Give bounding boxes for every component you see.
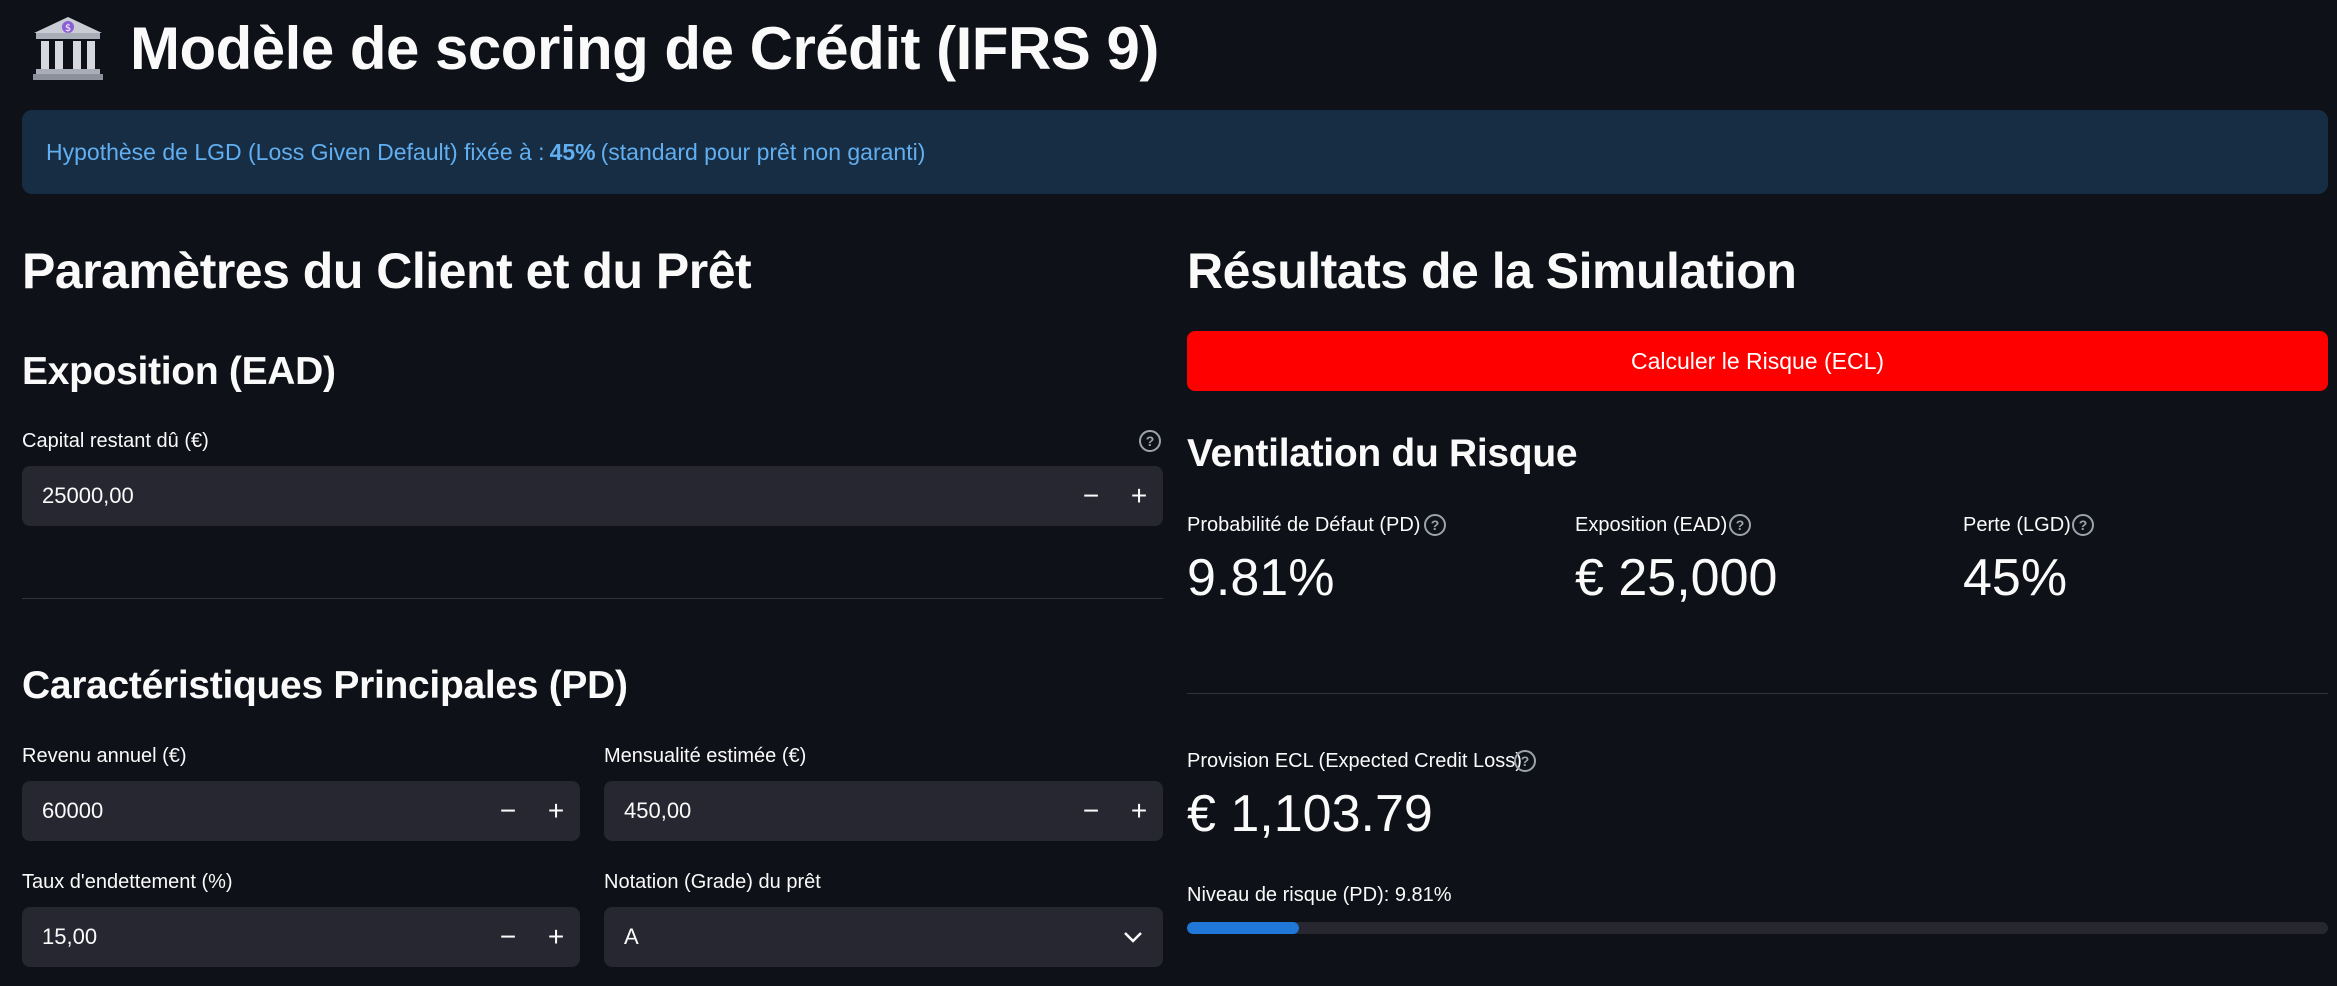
capital-decrement-button[interactable]: − [1067,466,1115,526]
help-icon[interactable]: ? [2072,514,2094,536]
divider [22,598,1163,599]
results-heading: Résultats de la Simulation [1187,243,1797,299]
chevron-down-icon[interactable] [1123,931,1143,943]
notation-label: Notation (Grade) du prêt [604,871,821,893]
notation-select[interactable]: A [604,907,1163,967]
info-suffix: (standard pour prêt non garanti) [600,138,926,165]
revenu-value[interactable]: 60000 [22,798,484,824]
exposition-heading: Exposition (EAD) [22,350,336,393]
notation-selected-value[interactable]: A [624,924,639,950]
revenu-label: Revenu annuel (€) [22,745,187,767]
mensualite-input[interactable]: 450,00 − + [604,781,1163,841]
params-heading: Paramètres du Client et du Prêt [22,243,752,299]
mensualite-decrement-button[interactable]: − [1067,781,1115,841]
metric-ead-value: € 25,000 [1575,549,1778,607]
ventilation-heading: Ventilation du Risque [1187,432,1578,475]
capital-increment-button[interactable]: + [1115,466,1163,526]
ecl-label: Provision ECL (Expected Credit Loss) [1187,750,1522,772]
divider [1187,693,2328,694]
help-icon[interactable]: ? [1729,514,1751,536]
revenu-input[interactable]: 60000 − + [22,781,580,841]
capital-label: Capital restant dû (€) [22,430,209,452]
calculate-risk-button[interactable]: Calculer le Risque (ECL) [1187,331,2328,391]
metric-ead-label: Exposition (EAD) [1575,514,1728,536]
metric-pd-value: 9.81% [1187,549,1335,607]
taux-decrement-button[interactable]: − [484,907,532,967]
info-prefix: Hypothèse de LGD (Loss Given Default) fi… [46,138,545,165]
help-icon[interactable]: ? [1514,750,1536,772]
metric-lgd-value: 45% [1963,549,2068,607]
help-icon[interactable]: ? [1424,514,1446,536]
taux-value[interactable]: 15,00 [22,924,484,950]
risk-progress-bar [1187,922,2328,934]
taux-label: Taux d'endettement (%) [22,871,233,893]
risk-level-label: Niveau de risque (PD): 9.81% [1187,884,1452,906]
revenu-increment-button[interactable]: + [532,781,580,841]
ecl-value: € 1,103.79 [1187,785,1433,843]
risk-progress-fill [1187,922,1299,934]
capital-value[interactable]: 25000,00 [22,483,1067,509]
revenu-decrement-button[interactable]: − [484,781,532,841]
mensualite-value[interactable]: 450,00 [604,798,1067,824]
mensualite-label: Mensualité estimée (€) [604,745,807,767]
taux-increment-button[interactable]: + [532,907,580,967]
help-icon[interactable]: ? [1139,430,1161,452]
svg-text:$: $ [65,23,71,34]
info-banner: Hypothèse de LGD (Loss Given Default) fi… [22,110,2328,194]
taux-input[interactable]: 15,00 − + [22,907,580,967]
page-header: $ Modèle de scoring de Crédit (IFRS 9) [32,8,1159,88]
page-title: Modèle de scoring de Crédit (IFRS 9) [130,14,1159,82]
bank-icon: $ [33,17,103,80]
app-page: $ Modèle de scoring de Crédit (IFRS 9) H… [0,0,2337,986]
caracteristiques-heading: Caractéristiques Principales (PD) [22,664,628,707]
mensualite-increment-button[interactable]: + [1115,781,1163,841]
info-lgd-value: 45% [549,138,596,165]
capital-input[interactable]: 25000,00 − + [22,466,1163,526]
metric-lgd-label: Perte (LGD) [1963,514,2071,536]
metric-pd-label: Probabilité de Défaut (PD) [1187,514,1421,536]
